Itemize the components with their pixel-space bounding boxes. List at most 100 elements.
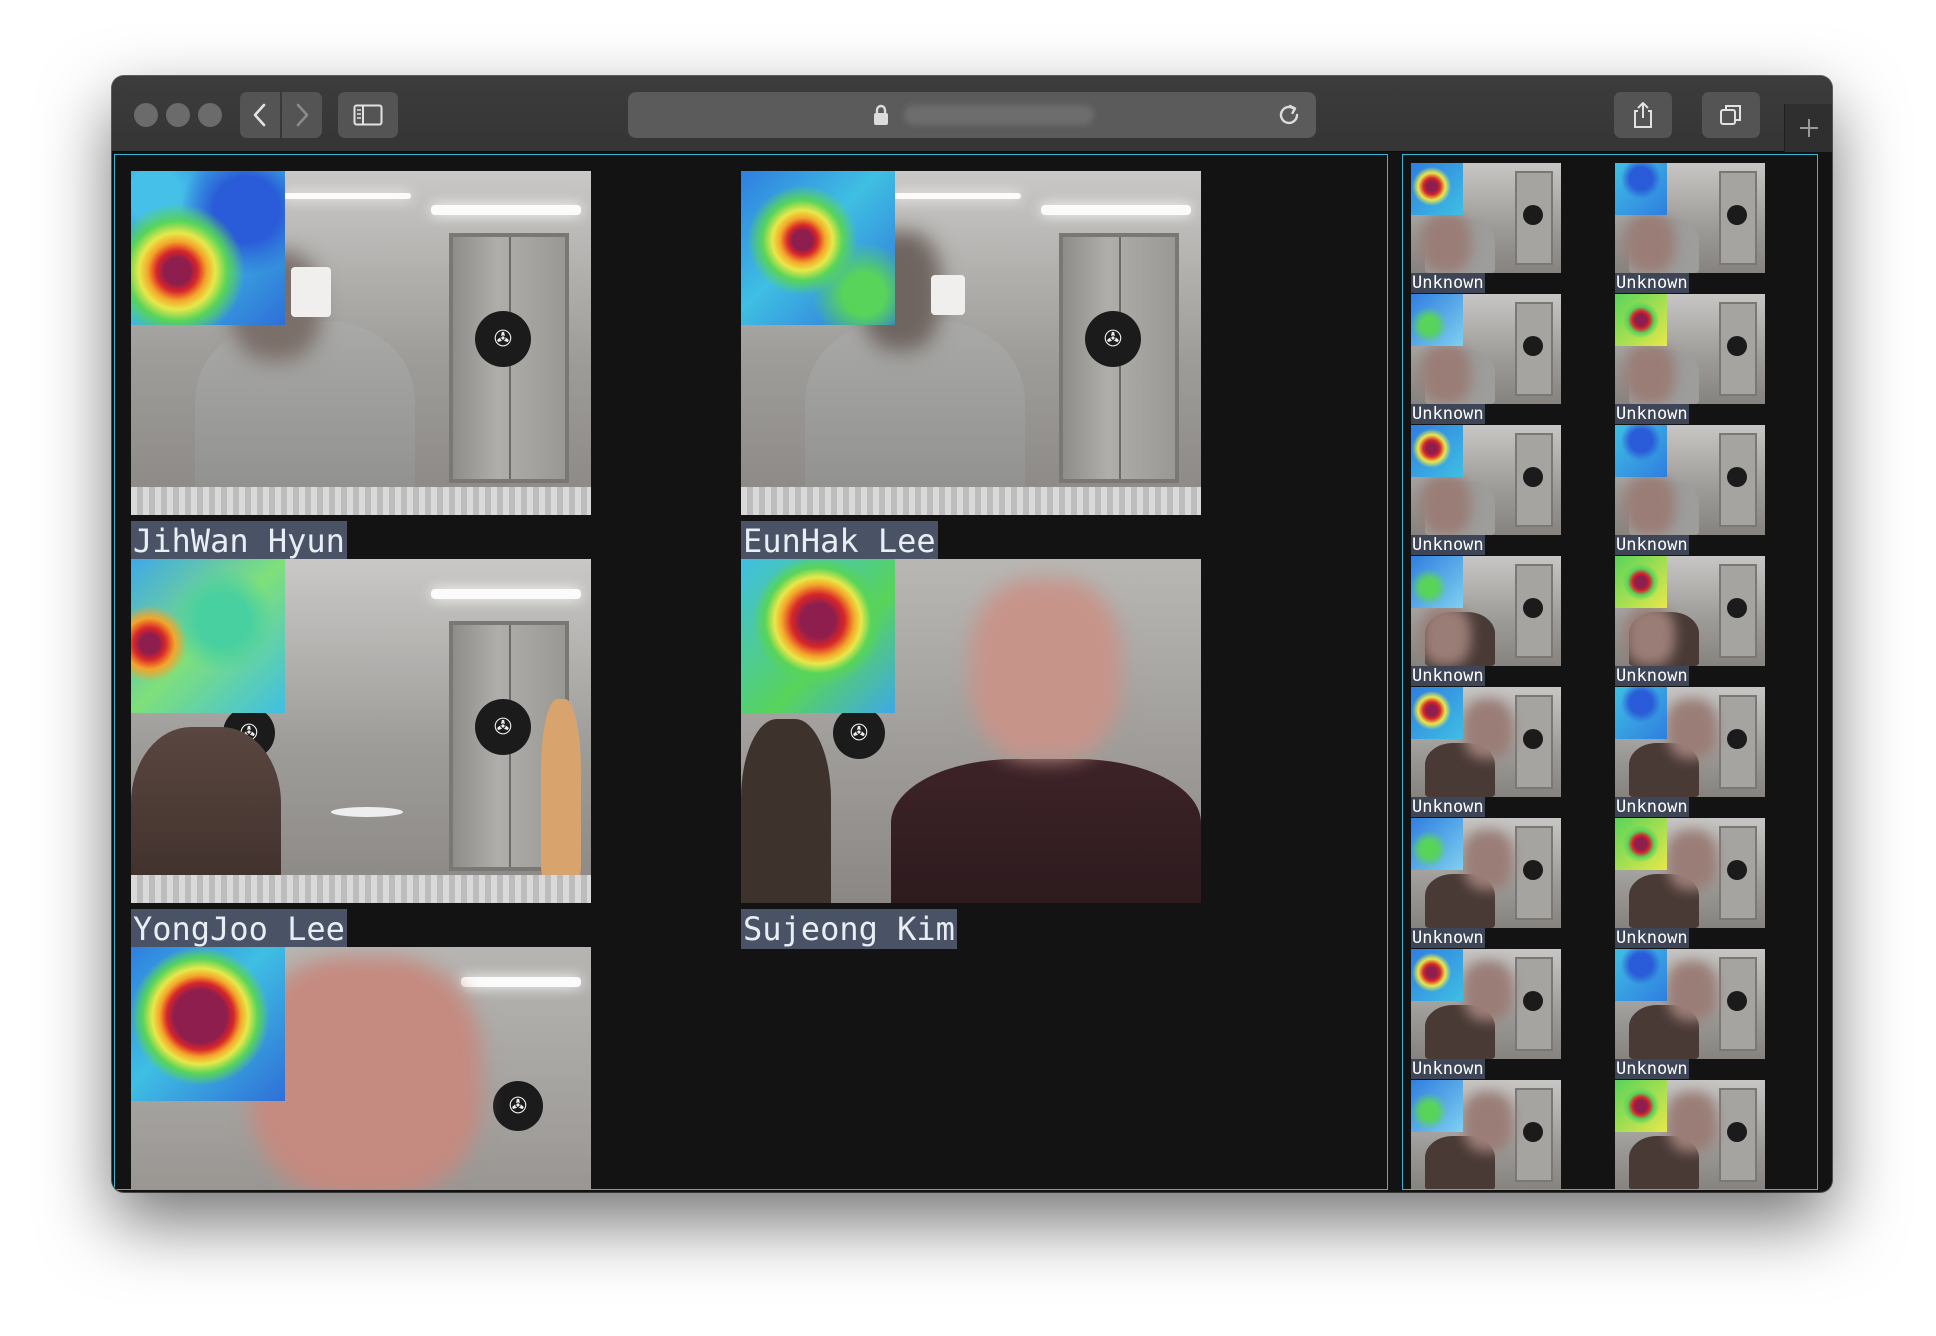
close-window-button[interactable] <box>134 103 158 127</box>
attention-heatmap <box>1411 163 1463 215</box>
attention-heatmap <box>1615 687 1667 739</box>
unknown-faces-panel: Unknown Unknown Unknown Unknown Unknown Unkno… <box>1402 154 1818 1190</box>
forward-button[interactable] <box>282 92 322 138</box>
attention-heatmap <box>1615 1080 1667 1132</box>
address-bar[interactable] <box>628 92 1316 138</box>
camera-frame <box>1615 687 1765 797</box>
logo-icon <box>1727 860 1747 880</box>
unknown-label: Unknown <box>1615 273 1689 293</box>
camera-frame <box>1615 425 1765 535</box>
unknown-label: Unknown <box>1411 928 1485 948</box>
logo-icon <box>1523 860 1543 880</box>
unknown-label: Unknown <box>1615 797 1689 817</box>
unknown-label: Unknown <box>1615 535 1689 555</box>
logo-icon <box>1523 336 1543 356</box>
zoom-window-button[interactable] <box>198 103 222 127</box>
share-icon <box>1634 102 1652 128</box>
camera-frame: ✇ <box>131 947 591 1189</box>
attention-heatmap <box>1411 294 1463 346</box>
new-tab-button[interactable] <box>1784 104 1832 152</box>
attention-heatmap <box>1615 163 1667 215</box>
attention-heatmap <box>1615 425 1667 477</box>
attention-heatmap <box>1615 949 1667 1001</box>
camera-frame <box>1615 556 1765 666</box>
attention-heatmap <box>1411 687 1463 739</box>
url-text <box>904 105 1094 125</box>
attention-heatmap <box>1615 818 1667 870</box>
attention-heatmap <box>131 171 285 325</box>
attention-heatmap <box>1411 818 1463 870</box>
logo-icon <box>1523 991 1543 1011</box>
tabs-icon <box>1720 105 1741 125</box>
camera-frame <box>1615 949 1765 1059</box>
camera-frame <box>1615 294 1765 404</box>
attention-heatmap <box>1615 556 1667 608</box>
camera-frame <box>1411 1080 1561 1189</box>
unknown-label: Unknown <box>1615 1059 1689 1079</box>
logo-icon <box>1727 598 1747 618</box>
chevron-right-icon <box>296 103 309 127</box>
logo-icon: ✇ <box>493 1081 543 1131</box>
camera-frame: ✇ <box>741 559 1201 903</box>
chevron-left-icon <box>253 103 266 127</box>
attention-heatmap <box>131 947 285 1101</box>
unknown-label: Unknown <box>1615 404 1689 424</box>
logo-icon <box>1523 1122 1543 1142</box>
attention-heatmap <box>131 559 285 713</box>
camera-frame <box>1411 687 1561 797</box>
attention-heatmap <box>1615 294 1667 346</box>
camera-frame <box>1411 163 1561 273</box>
camera-frame <box>1411 949 1561 1059</box>
attention-heatmap <box>1411 556 1463 608</box>
logo-icon <box>1523 729 1543 749</box>
reload-icon[interactable] <box>1276 102 1302 128</box>
attention-heatmap <box>1411 425 1463 477</box>
logo-icon <box>1727 991 1747 1011</box>
logo-icon: ✇ <box>475 311 531 367</box>
attention-heatmap <box>1411 949 1463 1001</box>
camera-frame <box>1411 294 1561 404</box>
unknown-label: Unknown <box>1411 797 1485 817</box>
unknown-label: Unknown <box>1615 666 1689 686</box>
plus-icon <box>1799 119 1818 137</box>
logo-icon: ✇ <box>1085 311 1141 367</box>
person-name-label: JihWan Hyun <box>131 521 347 561</box>
attention-heatmap <box>1411 1080 1463 1132</box>
attention-heatmap <box>741 559 895 713</box>
browser-toolbar <box>112 76 1832 152</box>
logo-icon: ✇ <box>475 699 531 755</box>
camera-frame <box>1411 425 1561 535</box>
camera-frame: ✇ ✇ <box>131 559 591 903</box>
lock-icon <box>874 104 888 125</box>
unknown-label: Unknown <box>1411 1059 1485 1079</box>
person-name-label: Sujeong Kim <box>741 909 957 949</box>
logo-icon <box>1727 336 1747 356</box>
back-button[interactable] <box>240 92 280 138</box>
sidebar-toggle-button[interactable] <box>338 92 398 138</box>
camera-frame <box>1615 163 1765 273</box>
logo-icon <box>1523 598 1543 618</box>
camera-frame <box>1411 818 1561 928</box>
attention-heatmap <box>741 171 895 325</box>
logo-icon <box>1727 205 1747 225</box>
unknown-label: Unknown <box>1411 273 1485 293</box>
share-button[interactable] <box>1614 92 1672 138</box>
camera-frame: ✇ <box>131 171 591 515</box>
minimize-window-button[interactable] <box>166 103 190 127</box>
unknown-label: Unknown <box>1615 928 1689 948</box>
unknown-label: Unknown <box>1411 404 1485 424</box>
unknown-label: Unknown <box>1411 535 1485 555</box>
person-name-label: YongJoo Lee <box>131 909 347 949</box>
sidebar-icon <box>353 104 383 126</box>
tabs-overview-button[interactable] <box>1702 92 1760 138</box>
camera-frame <box>1615 1080 1765 1189</box>
person-name-label: EunHak Lee <box>741 521 938 561</box>
logo-icon <box>1727 467 1747 487</box>
logo-icon: ✇ <box>833 707 885 759</box>
camera-frame: ✇ <box>741 171 1201 515</box>
camera-frame <box>1411 556 1561 666</box>
logo-icon <box>1523 205 1543 225</box>
recognized-faces-panel: ✇ JihWan Hyun ✇ EunHak Lee ✇ ✇ YongJoo L… <box>114 154 1388 1190</box>
logo-icon <box>1727 729 1747 749</box>
logo-icon <box>1523 467 1543 487</box>
